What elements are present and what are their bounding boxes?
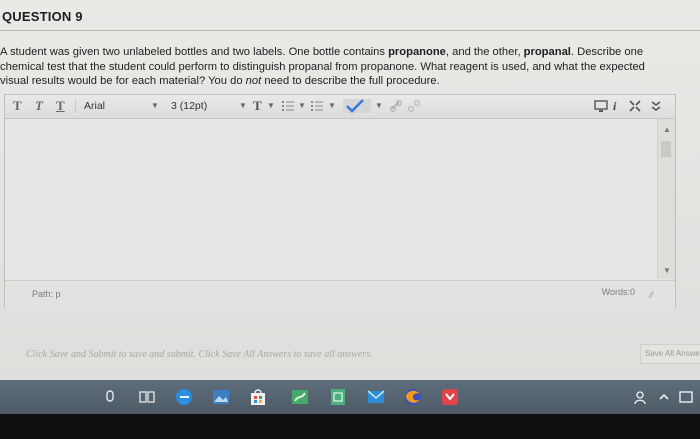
text-color-button[interactable]: T: [253, 98, 262, 114]
collapse-toolbar-chevron-icon[interactable]: [649, 99, 663, 113]
italic-button[interactable]: T: [35, 98, 43, 114]
spellcheck-icon[interactable]: [343, 99, 371, 113]
scroll-up-icon[interactable]: ▲: [663, 125, 671, 134]
link-icon[interactable]: [389, 99, 403, 113]
answer-editor: T T T Arial ▼ 3 (12pt) ▼ T ▼ ▼ ▼ ▼ i ▲ ▼…: [4, 94, 676, 308]
word-count: Words:0: [601, 287, 635, 297]
bold-button[interactable]: T: [13, 98, 22, 114]
question-line-1-c: , and the other,: [445, 46, 524, 58]
spellcheck-chevron-down-icon[interactable]: ▼: [375, 98, 383, 114]
question-keyword-propanal: propanal: [523, 46, 571, 58]
ordered-list-icon[interactable]: [310, 99, 324, 113]
toolbar-divider: [75, 99, 76, 113]
font-size-chevron-down-icon[interactable]: ▼: [239, 98, 247, 114]
scroll-thumb[interactable]: [661, 141, 671, 157]
preview-icon[interactable]: [594, 99, 608, 113]
tray-chevron-up-icon[interactable]: [654, 387, 674, 407]
maps-icon[interactable]: [290, 387, 310, 407]
sheets-icon[interactable]: [328, 387, 348, 407]
question-line-2: chemical test that the student could per…: [0, 60, 645, 73]
question-line-1-a: A student was given two unlabeled bottle…: [0, 46, 389, 58]
mail-icon[interactable]: [366, 387, 386, 407]
ordered-list-chevron-down-icon[interactable]: ▼: [328, 98, 336, 114]
info-icon[interactable]: i: [613, 98, 616, 114]
photos-icon[interactable]: [211, 387, 231, 407]
unordered-list-chevron-down-icon[interactable]: ▼: [298, 98, 306, 114]
question-line-3-c: need to describe the full procedure.: [261, 75, 440, 87]
font-family-chevron-down-icon[interactable]: ▼: [151, 98, 159, 114]
font-family-select[interactable]: Arial: [84, 98, 105, 114]
save-instructions: Click Save and Submit to save and submit…: [26, 349, 373, 360]
title-divider: [0, 30, 700, 31]
text-color-chevron-down-icon[interactable]: ▼: [267, 98, 275, 114]
editor-status-bar: Path: p Words:0 ⁄⁄: [5, 280, 675, 308]
editor-toolbar: T T T Arial ▼ 3 (12pt) ▼ T ▼ ▼ ▼ ▼ i: [5, 95, 675, 119]
microphone-icon[interactable]: [100, 387, 120, 407]
question-title: QUESTION 9: [2, 9, 83, 24]
fullscreen-icon[interactable]: [628, 99, 642, 113]
question-line-3: visual results would be for each materia…: [0, 74, 692, 89]
taskbar: [0, 380, 700, 414]
underline-button[interactable]: T: [56, 98, 65, 114]
people-icon[interactable]: [632, 387, 652, 407]
resize-grip-icon[interactable]: ⁄⁄: [650, 290, 653, 300]
app-icon-red[interactable]: [440, 387, 460, 407]
question-text: A student was given two unlabeled bottle…: [0, 45, 692, 89]
firefox-icon[interactable]: [403, 387, 423, 407]
editor-scrollbar[interactable]: ▲ ▼: [657, 119, 675, 279]
store-icon[interactable]: [248, 387, 268, 407]
question-line-1-e: . Describe one: [570, 46, 644, 58]
quiz-page: QUESTION 9 A student was given two unlab…: [0, 0, 700, 380]
element-path: Path: p: [32, 289, 61, 299]
save-all-answers-button[interactable]: Save All Answers: [640, 344, 700, 364]
question-emphasis-not: not: [245, 75, 262, 87]
edge-browser-icon[interactable]: [174, 387, 194, 407]
monitor-bezel: [0, 414, 700, 439]
notification-icon[interactable]: [676, 387, 696, 407]
scroll-down-icon[interactable]: ▼: [663, 266, 671, 275]
question-line-3-a: visual results would be for each materia…: [0, 75, 246, 87]
question-line-1: A student was given two unlabeled bottle…: [0, 45, 692, 60]
task-view-icon[interactable]: [137, 387, 157, 407]
unlink-icon[interactable]: [407, 99, 421, 113]
unordered-list-icon[interactable]: [281, 99, 295, 113]
font-size-select[interactable]: 3 (12pt): [171, 98, 207, 114]
question-keyword-propanone: propanone: [388, 46, 446, 58]
answer-text-area[interactable]: [5, 119, 657, 279]
